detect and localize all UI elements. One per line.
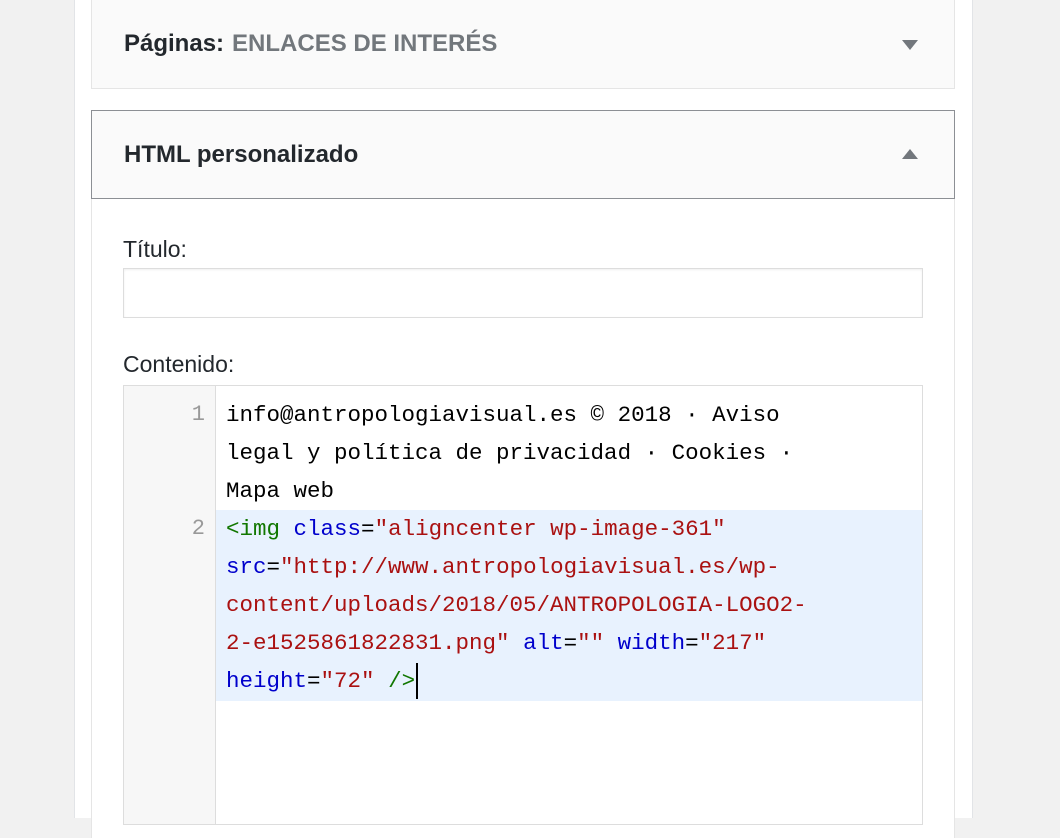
arrow-up-icon[interactable] [902,148,918,159]
code-eq: = [685,630,699,656]
line-number-gutter: 1 2 [124,386,216,824]
code-string: content/uploads/2018/05/ANTROPOLOGIA-LOG… [226,592,807,618]
code-eq: = [307,668,321,694]
code-attr: src [226,554,267,580]
pages-widget-name: ENLACES DE INTERÉS [232,29,498,57]
code-eq: = [266,554,281,580]
code-line-2-active[interactable]: <img class="aligncenter wp-image-361" sr… [216,510,922,701]
title-field-label: Título: [123,236,187,262]
code-eq: = [361,516,375,542]
html-widget-header[interactable]: HTML personalizado [91,110,955,199]
code-text: Mapa web [226,478,335,504]
code-text: legal y política de privacidad · Cookies… [226,440,794,466]
code-attr: width [617,630,686,656]
code-editor[interactable]: 1 2 info@antropologiavisual.es © 2018 · … [123,385,923,825]
code-string: "72" [320,668,375,694]
arrow-down-icon[interactable] [902,39,918,50]
line-number: 1 [191,402,205,427]
pages-widget-title: Páginas: ENLACES DE INTERÉS [124,0,497,88]
pages-widget-header[interactable]: Páginas: ENLACES DE INTERÉS [91,0,955,89]
code-tag: /> [388,668,416,694]
html-widget-title: HTML personalizado [124,140,359,168]
code-eq: = [563,630,578,656]
code-string: "aligncenter wp-image-361" [374,516,726,542]
code-tag: <img [226,516,281,542]
code-content[interactable]: info@antropologiavisual.es © 2018 · Avis… [216,386,922,701]
code-string: "217" [698,630,767,656]
line-number: 2 [191,516,205,541]
code-string: 2-e1525861822831.png" [226,630,510,656]
content-field-label: Contenido: [123,351,235,377]
code-line-1[interactable]: info@antropologiavisual.es © 2018 · Avis… [216,386,922,510]
code-attr: height [226,668,308,694]
pages-widget-label: Páginas: [124,29,225,57]
code-string: "" [577,630,605,656]
code-attr: alt [523,630,564,656]
code-string: "http://www.antropologiavisual.es/wp- [280,554,780,580]
code-attr: class [293,516,362,542]
code-text: info@antropologiavisual.es © 2018 · Avis… [226,402,780,428]
title-input[interactable] [123,268,923,318]
text-cursor [416,663,419,700]
